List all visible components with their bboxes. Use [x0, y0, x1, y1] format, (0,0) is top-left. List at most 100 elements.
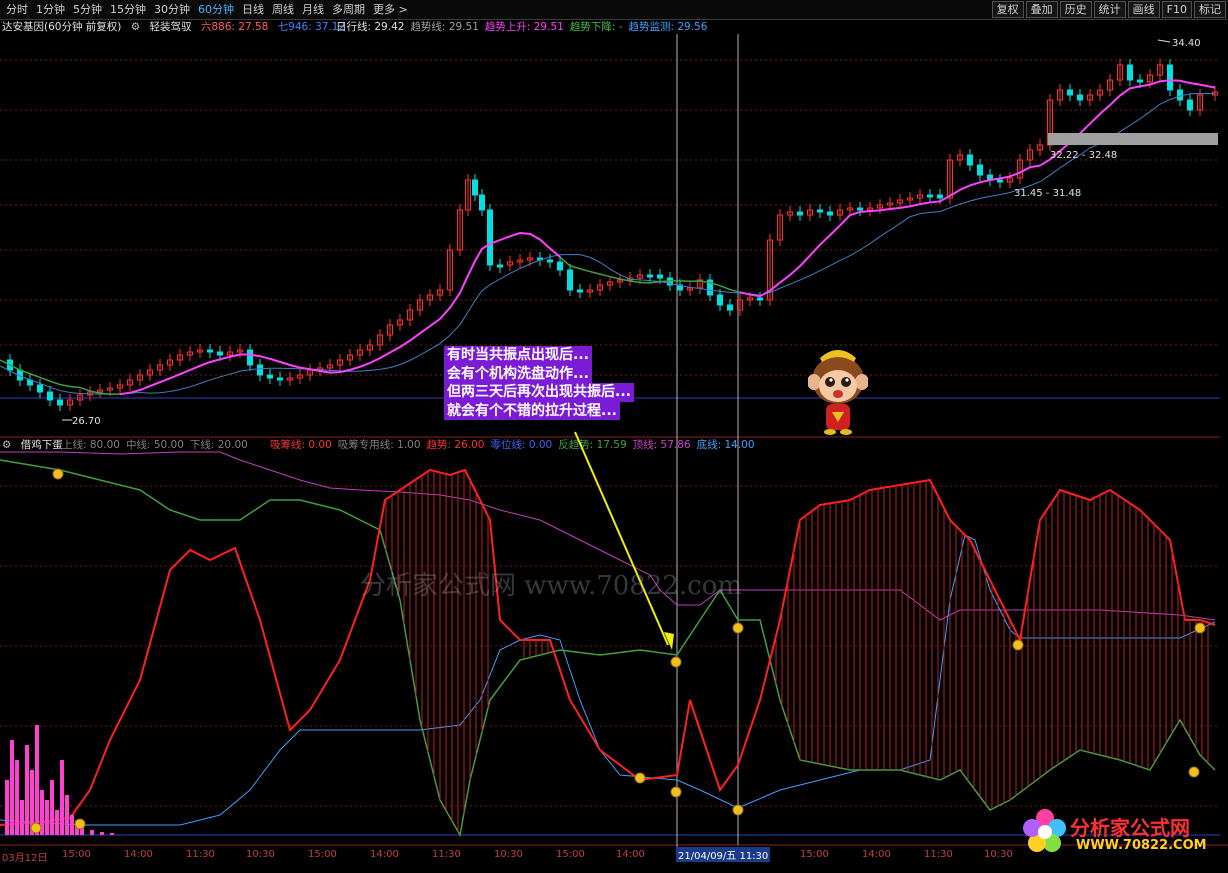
gold-coin-icon-0	[52, 468, 64, 480]
annot-range1: 32.22 - 32.48	[1050, 150, 1117, 161]
candle-body-59	[577, 289, 583, 293]
watermark-text: 分析家公式网 www.70822.com	[360, 571, 743, 601]
candle-body-73	[717, 294, 723, 306]
candle-body-51	[497, 264, 503, 268]
callout-arrow	[574, 431, 669, 646]
candle-body-94	[927, 194, 933, 198]
candle-body-77	[757, 297, 763, 301]
candle-body-50	[487, 209, 493, 266]
x-axis-label-9: 15:00	[556, 849, 585, 860]
flower-logo-icon	[1023, 809, 1066, 852]
annot-high: 34.40	[1172, 38, 1201, 49]
gold-coin-icon-9	[1194, 622, 1206, 634]
candle-body-84	[827, 211, 833, 216]
pink-bar-0	[5, 780, 9, 835]
pink-bar-12	[65, 795, 69, 835]
ma-purple-line-2	[739, 79, 1216, 298]
pink-bar-13	[70, 815, 74, 835]
pink-bar-11	[60, 760, 64, 835]
candle-body-6	[57, 399, 63, 406]
gold-coin-icon-10	[1188, 766, 1200, 778]
candle-body-98	[967, 154, 973, 166]
monkey-mascot-icon	[808, 350, 868, 435]
callout-line-1: 会有个机构洗盘动作...	[444, 364, 592, 383]
pink-bar-1	[10, 740, 14, 835]
pink-bar-18	[110, 833, 114, 835]
candle-body-28	[277, 377, 283, 381]
callout-line-2: 但两三天后再次出现共振后...	[444, 383, 634, 402]
candle-body-120	[1187, 99, 1193, 111]
annot-low: 26.70	[72, 416, 101, 427]
callout-line-0: 有时当共振点出现后...	[444, 346, 592, 365]
x-axis-label-8: 10:30	[494, 849, 523, 860]
x-axis-label-11: 15:00	[800, 849, 829, 860]
x-axis-label-13: 11:30	[924, 849, 953, 860]
logo-title: 分析家公式网	[1070, 816, 1190, 840]
pink-bar-6	[35, 725, 39, 835]
candle-body-83	[817, 209, 823, 213]
candle-body-48	[472, 179, 478, 196]
cursor-time-label: 21/04/09/五 11:30	[676, 847, 771, 862]
candle-body-21	[207, 349, 213, 353]
gold-coin-icon-4	[670, 656, 682, 668]
pink-bar-2	[15, 760, 19, 835]
pink-bar-16	[90, 830, 94, 835]
pink-bar-3	[20, 800, 24, 835]
chart-canvas[interactable]: 34.40 26.70 32.22 - 32.48 31.45 - 31.48	[0, 0, 1228, 873]
candle-body-74	[727, 304, 733, 311]
annot-high-pointer	[1157, 39, 1171, 43]
ma-green-line-2	[539, 238, 781, 298]
gold-coin-icon-7	[732, 804, 744, 816]
pink-bar-4	[25, 745, 29, 835]
candle-body-56	[547, 259, 553, 263]
x-axis-label-10: 14:00	[616, 849, 645, 860]
gold-coin-icon-6	[732, 622, 744, 634]
candle-body-57	[557, 261, 563, 271]
candle-body-114	[1127, 64, 1133, 81]
candle-body-22	[217, 351, 223, 356]
sub-red-trend-line	[0, 468, 1216, 826]
gold-coin-icon-3	[634, 772, 646, 784]
pink-bar-10	[55, 810, 59, 835]
candle-body-119	[1177, 89, 1183, 101]
x-axis-label-3: 11:30	[186, 849, 215, 860]
x-axis-label-2: 14:00	[124, 849, 153, 860]
gold-coin-icon-2	[74, 818, 86, 830]
x-axis-label-7: 11:30	[432, 849, 461, 860]
candle-body-101	[997, 179, 1003, 183]
pink-bar-17	[100, 832, 104, 835]
candle-body-25	[247, 349, 253, 366]
pink-bar-9	[50, 780, 54, 835]
annot-range2: 31.45 - 31.48	[1014, 188, 1081, 199]
candle-body-58	[567, 269, 573, 291]
candle-body-87	[857, 207, 863, 211]
candle-body-5	[47, 391, 53, 401]
x-axis-label-14: 10:30	[984, 849, 1013, 860]
candle-body-95	[937, 194, 943, 199]
sub-green-line	[0, 459, 1216, 838]
logo-url: WWW.70822.COM	[1076, 838, 1207, 853]
callout-line-3: 就会有个不错的拉升过程...	[444, 401, 620, 420]
x-axis-label-1: 15:00	[62, 849, 91, 860]
candle-body-108	[1067, 89, 1073, 96]
site-logo: 分析家公式网 WWW.70822.COM	[1020, 806, 1220, 856]
x-axis-label-0: 03月12日	[2, 853, 48, 864]
candle-body-99	[977, 164, 983, 176]
candle-body-67	[657, 274, 663, 279]
candle-body-118	[1167, 64, 1173, 91]
gold-coin-icon-1	[30, 822, 42, 834]
x-axis-label-4: 10:30	[246, 849, 275, 860]
x-axis-label-6: 14:00	[370, 849, 399, 860]
pink-bar-8	[45, 800, 49, 835]
x-axis-label-5: 15:00	[308, 849, 337, 860]
x-axis-label-12: 14:00	[862, 849, 891, 860]
callout-annotation: 有时当共振点出现后... 会有个机构洗盘动作... 但两三天后再次出现共振后... 就…	[444, 346, 634, 420]
candle-body-4	[37, 384, 43, 393]
gold-coin-icon-5	[670, 786, 682, 798]
candle-body-109	[1077, 94, 1083, 101]
range-band	[1048, 133, 1218, 145]
candle-body-49	[479, 194, 485, 211]
candle-body-27	[267, 374, 273, 379]
candle-body-66	[647, 274, 653, 278]
candle-body-81	[797, 211, 803, 216]
